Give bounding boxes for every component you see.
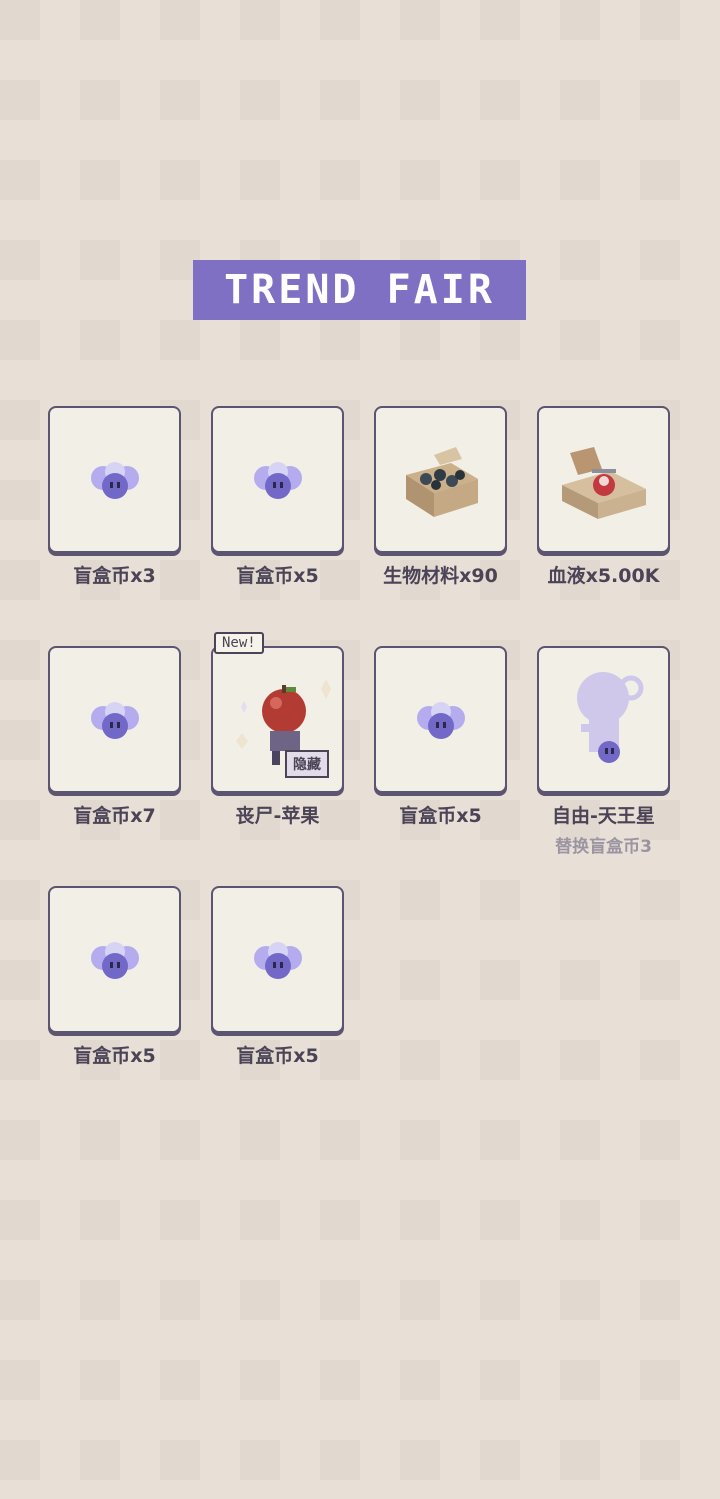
reward-card[interactable] xyxy=(537,646,670,793)
reward-label: 盲盒币x5 xyxy=(73,1045,156,1067)
silhouette-figure-icon xyxy=(576,671,643,763)
reward-card[interactable] xyxy=(537,406,670,553)
reward-item[interactable]: 生物材料x90 xyxy=(374,406,507,590)
reward-item[interactable]: 自由-天王星 替换盲盒币3 xyxy=(537,646,670,857)
blind-box-coin-icon xyxy=(90,701,139,739)
reward-item[interactable]: 盲盒币x7 xyxy=(48,646,181,830)
title-banner: TREND FAIR xyxy=(193,260,526,320)
blood-crate-icon xyxy=(561,446,646,519)
page-title: TREND FAIR xyxy=(224,267,495,313)
reward-item[interactable]: 盲盒币x3 xyxy=(48,406,181,590)
reward-card[interactable] xyxy=(48,646,181,793)
reward-label: 盲盒币x5 xyxy=(399,805,482,827)
reward-card[interactable] xyxy=(48,406,181,553)
bio-material-crate-icon xyxy=(405,446,478,517)
reward-label: 生物材料x90 xyxy=(383,565,498,587)
reward-label: 自由-天王星 xyxy=(552,805,655,827)
reward-grid: 盲盒币x3 盲盒币x5 生物材料x90 血液x5.00K 盲盒币x7 New! … xyxy=(48,406,688,1070)
reward-label: 丧尸-苹果 xyxy=(235,805,320,827)
blind-box-coin-icon xyxy=(90,941,139,979)
reward-sub-label: 替换盲盒币3 xyxy=(555,837,652,857)
reward-item[interactable]: 盲盒币x5 xyxy=(48,886,181,1070)
reward-card[interactable] xyxy=(211,886,344,1033)
reward-item[interactable]: 盲盒币x5 xyxy=(211,406,344,590)
reward-label: 血液x5.00K xyxy=(547,565,660,587)
reward-item[interactable]: New! 隐藏 丧尸-苹果 xyxy=(211,632,344,830)
reward-label: 盲盒币x7 xyxy=(73,805,156,827)
reward-item[interactable]: 盲盒币x5 xyxy=(374,646,507,830)
reward-label: 盲盒币x3 xyxy=(73,565,156,587)
blind-box-coin-icon xyxy=(253,461,302,499)
blind-box-coin-icon xyxy=(90,461,139,499)
reward-card[interactable] xyxy=(211,406,344,553)
blind-box-coin-icon xyxy=(253,941,302,979)
reward-item[interactable]: 盲盒币x5 xyxy=(211,886,344,1070)
reward-item[interactable]: 血液x5.00K xyxy=(537,406,670,590)
hidden-tag: 隐藏 xyxy=(285,750,329,778)
reward-card[interactable] xyxy=(48,886,181,1033)
reward-label: 盲盒币x5 xyxy=(236,565,319,587)
new-badge: New! xyxy=(214,632,264,654)
blind-box-coin-icon xyxy=(416,701,465,739)
reward-card[interactable] xyxy=(374,646,507,793)
reward-label: 盲盒币x5 xyxy=(236,1045,319,1067)
reward-card[interactable] xyxy=(374,406,507,553)
